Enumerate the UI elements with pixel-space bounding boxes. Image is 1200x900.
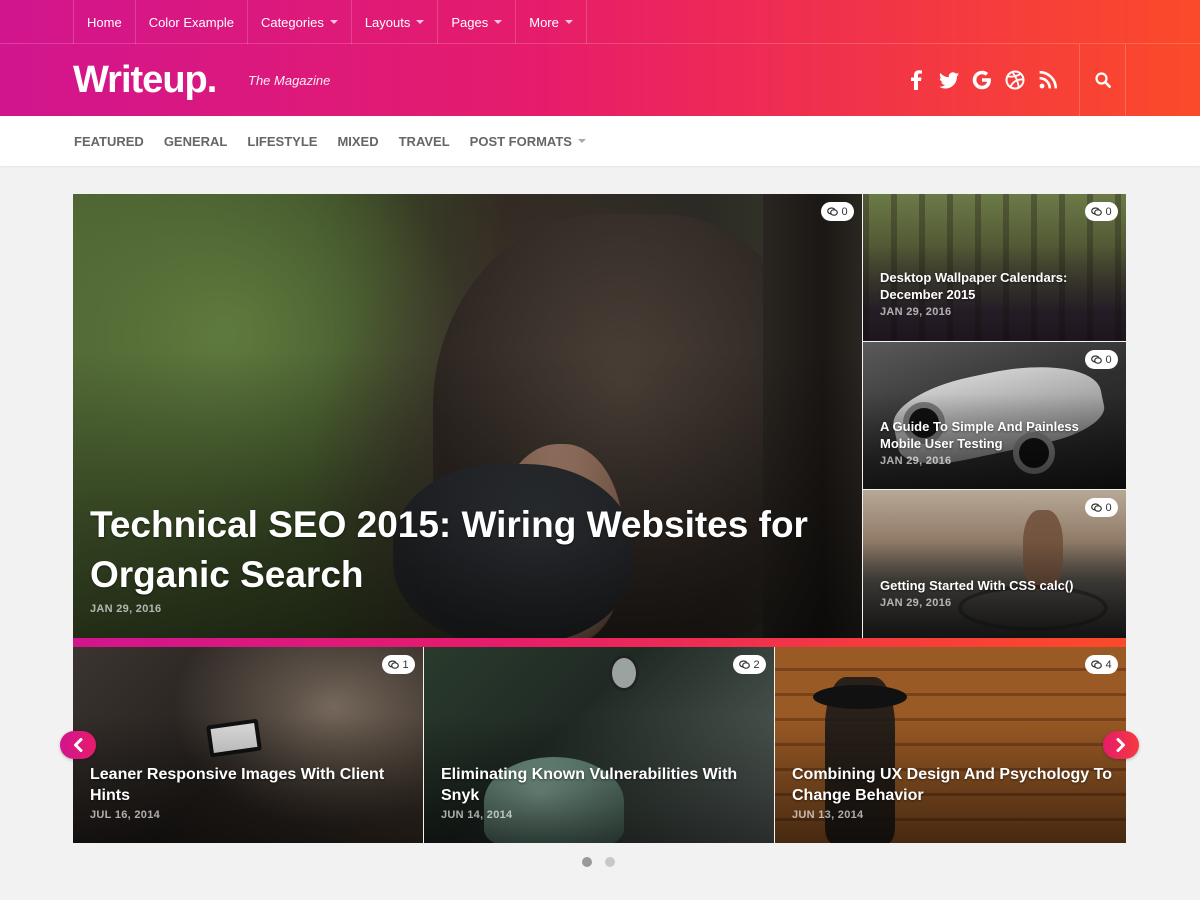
slider-post[interactable]: 2 Eliminating Known Vulnerabilities With… <box>424 647 774 843</box>
post-title[interactable]: Desktop Wallpaper Calendars: December 20… <box>880 269 1112 303</box>
comment-count: 0 <box>1105 353 1112 366</box>
site-logo[interactable]: Writeup. <box>73 58 217 102</box>
post-date: JAN 29, 2016 <box>90 603 162 615</box>
rss-icon[interactable] <box>1037 66 1059 94</box>
post-date: JAN 29, 2016 <box>880 597 952 609</box>
featured-side-post[interactable]: 0 Desktop Wallpaper Calendars: December … <box>863 194 1126 341</box>
post-date: JAN 29, 2016 <box>880 306 952 318</box>
dribbble-icon[interactable] <box>1004 66 1026 94</box>
comment-count: 0 <box>1105 501 1112 514</box>
comment-icon <box>1091 502 1103 512</box>
post-title[interactable]: Leaner Responsive Images With Client Hin… <box>90 764 409 806</box>
topnav-item-categories[interactable]: Categories <box>248 0 352 44</box>
slider-dot-1[interactable] <box>582 857 592 867</box>
post-date: JUN 14, 2014 <box>441 809 513 821</box>
comment-count-badge[interactable]: 2 <box>733 655 766 674</box>
category-item-mixed[interactable]: MIXED <box>337 134 378 149</box>
comment-count: 0 <box>841 205 848 218</box>
topnav-item-layouts[interactable]: Layouts <box>352 0 439 44</box>
search-button[interactable] <box>1079 44 1126 116</box>
featured-main-post[interactable]: 0 Technical SEO 2015: Wiring Websites fo… <box>73 194 862 638</box>
post-title[interactable]: Technical SEO 2015: Wiring Websites for … <box>90 500 822 600</box>
category-item-featured[interactable]: FEATURED <box>74 134 144 149</box>
accent-strip <box>73 638 1126 647</box>
top-nav: Home Color Example Categories Layouts Pa… <box>73 0 587 44</box>
slider-prev-button[interactable] <box>60 731 96 759</box>
category-item-travel[interactable]: TRAVEL <box>399 134 450 149</box>
category-label: GENERAL <box>163 133 228 149</box>
chevron-right-icon <box>1116 738 1125 752</box>
chevron-down-icon <box>564 20 573 24</box>
category-item-lifestyle[interactable]: LIFESTYLE <box>247 134 317 149</box>
topnav-item-more[interactable]: More <box>516 0 587 44</box>
comment-icon <box>388 659 400 669</box>
google-icon[interactable] <box>971 66 993 94</box>
comment-count: 0 <box>1105 205 1112 218</box>
comment-icon <box>1091 354 1103 364</box>
category-label: TRAVEL <box>398 133 450 149</box>
header-divider <box>0 43 1200 44</box>
comment-icon <box>1091 659 1103 669</box>
topnav-label: Layouts <box>364 14 411 30</box>
comment-icon <box>827 206 839 216</box>
category-nav: FEATURED GENERAL LIFESTYLE MIXED TRAVEL … <box>0 116 1200 166</box>
slider-dot-2[interactable] <box>605 857 615 867</box>
search-icon <box>1094 72 1111 88</box>
topnav-label: Categories <box>260 14 324 30</box>
post-title[interactable]: Getting Started With CSS calc() <box>880 577 1112 594</box>
social-links <box>905 66 1059 94</box>
category-item-post-formats[interactable]: POST FORMATS <box>470 134 586 149</box>
featured-grid: 0 Technical SEO 2015: Wiring Websites fo… <box>73 194 1126 638</box>
topnav-label: Color Example <box>148 14 234 30</box>
topnav-label: Home <box>87 14 122 30</box>
category-item-general[interactable]: GENERAL <box>164 134 228 149</box>
slider-post[interactable]: 1 Leaner Responsive Images With Client H… <box>73 647 423 843</box>
post-title[interactable]: A Guide To Simple And Painless Mobile Us… <box>880 418 1112 452</box>
comment-icon <box>1091 206 1103 216</box>
chevron-left-icon <box>74 738 83 752</box>
topnav-item-home[interactable]: Home <box>74 0 136 44</box>
category-label: FEATURED <box>74 133 144 149</box>
comment-count: 2 <box>753 658 760 671</box>
post-slider: 1 Leaner Responsive Images With Client H… <box>73 647 1126 843</box>
topnav-item-pages[interactable]: Pages <box>438 0 517 44</box>
comment-count-badge[interactable]: 1 <box>382 655 415 674</box>
category-label: LIFESTYLE <box>247 133 318 149</box>
chevron-down-icon <box>577 139 586 143</box>
chevron-down-icon <box>494 20 503 24</box>
post-title[interactable]: Combining UX Design And Psychology To Ch… <box>792 764 1112 806</box>
site-header: Home Color Example Categories Layouts Pa… <box>0 0 1200 116</box>
chevron-down-icon <box>329 20 338 24</box>
comment-count-badge[interactable]: 0 <box>1085 498 1118 517</box>
comment-icon <box>739 659 751 669</box>
topnav-label: More <box>529 14 559 30</box>
category-label: POST FORMATS <box>469 133 572 149</box>
chevron-down-icon <box>416 20 425 24</box>
featured-side-post[interactable]: 0 A Guide To Simple And Painless Mobile … <box>863 342 1126 489</box>
post-date: JUL 16, 2014 <box>90 809 161 821</box>
comment-count: 4 <box>1105 658 1112 671</box>
comment-count-badge[interactable]: 4 <box>1085 655 1118 674</box>
slider-pagination <box>582 857 615 867</box>
slider-next-button[interactable] <box>1103 731 1139 759</box>
twitter-icon[interactable] <box>938 66 960 94</box>
post-date: JAN 29, 2016 <box>880 455 952 467</box>
comment-count-badge[interactable]: 0 <box>821 202 854 221</box>
slider-post[interactable]: 4 Combining UX Design And Psychology To … <box>775 647 1126 843</box>
comment-count-badge[interactable]: 0 <box>1085 350 1118 369</box>
comment-count-badge[interactable]: 0 <box>1085 202 1118 221</box>
featured-side-post[interactable]: 0 Getting Started With CSS calc() JAN 29… <box>863 490 1126 638</box>
topnav-item-color-example[interactable]: Color Example <box>136 0 248 44</box>
category-label: MIXED <box>337 133 379 149</box>
post-date: JUN 13, 2014 <box>792 809 864 821</box>
site-tagline: The Magazine <box>248 73 331 88</box>
comment-count: 1 <box>402 658 409 671</box>
facebook-icon[interactable] <box>905 66 927 94</box>
post-title[interactable]: Eliminating Known Vulnerabilities With S… <box>441 764 760 806</box>
topnav-label: Pages <box>451 14 489 30</box>
